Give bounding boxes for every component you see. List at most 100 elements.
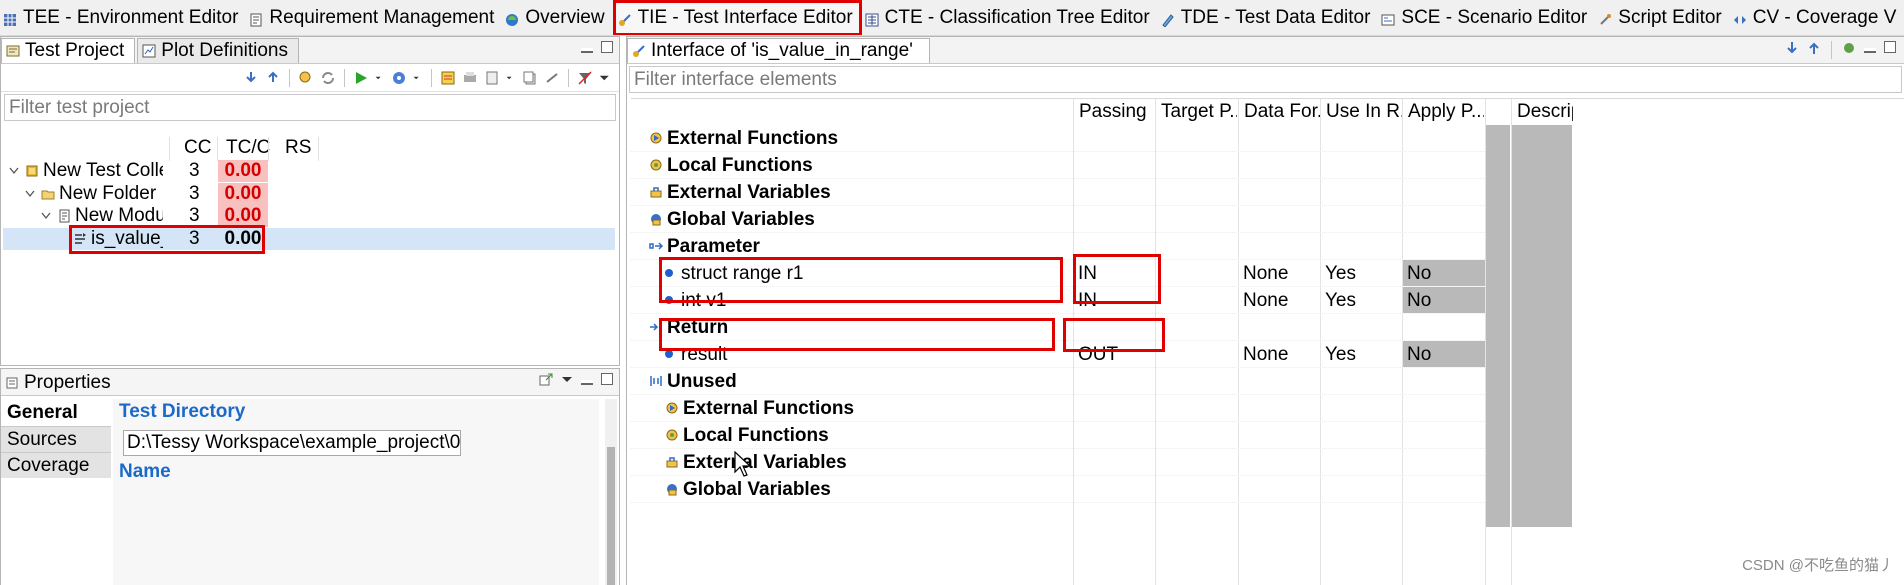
tree-row-tcc: 0.00	[218, 160, 268, 182]
interface-row-data-format[interactable]: None	[1243, 341, 1288, 368]
column-header-target-passing[interactable]: Target P...	[1157, 99, 1237, 125]
tab-plot-definitions-label: Plot Definitions	[161, 40, 288, 61]
perspective-tab-3[interactable]: TIE - Test Interface Editor	[612, 0, 862, 35]
interface-row[interactable]: External Functions	[631, 125, 1485, 152]
interface-row-apply[interactable]: No	[1403, 260, 1485, 286]
interface-row-label: Global Variables	[683, 479, 831, 500]
interface-row[interactable]: Global Variables	[631, 206, 1485, 233]
toolbar-separator	[568, 68, 569, 87]
interface-row[interactable]: External Variables	[631, 449, 1485, 476]
perspective-tab-6[interactable]: SCE - Scenario Editor	[1378, 1, 1595, 35]
run-icon[interactable]	[353, 70, 369, 86]
test-directory-field[interactable]: D:\Tessy Workspace\example_project\01_ex…	[123, 430, 461, 456]
filter-icon[interactable]	[577, 70, 593, 86]
test-project-filter-input[interactable]: Filter test project	[4, 94, 616, 121]
column-header-description[interactable]: Descrip	[1513, 99, 1573, 125]
interface-row[interactable]: Local Functions	[631, 422, 1485, 449]
interface-filter-input[interactable]: Filter interface elements	[629, 66, 1902, 93]
tab-properties[interactable]: Properties	[1, 370, 121, 395]
perspective-tab-7[interactable]: Script Editor	[1595, 1, 1729, 35]
connect-icon[interactable]	[1842, 41, 1856, 55]
perspective-tab-1[interactable]: Requirement Management	[246, 1, 502, 35]
tree-row[interactable]: New Module 3 0.00	[3, 205, 615, 227]
import-icon[interactable]	[243, 70, 259, 86]
interface-row-use-in-result[interactable]: Yes	[1325, 341, 1356, 368]
tab-plot-definitions[interactable]: Plot Definitions	[137, 38, 299, 63]
tree-row[interactable]: New Folder 3 0.00	[3, 182, 615, 205]
pin-icon[interactable]	[539, 373, 553, 387]
interface-row[interactable]: Global Variables	[631, 476, 1485, 503]
maximize-button[interactable]	[601, 373, 613, 385]
refresh-icon[interactable]	[320, 70, 336, 86]
interface-window-buttons	[1785, 41, 1896, 59]
folder-icon	[41, 185, 55, 199]
interface-row[interactable]: Unused	[631, 368, 1485, 395]
perspective-label: TEE - Environment Editor	[23, 6, 239, 28]
perspective-label: CV - Coverage V	[1752, 6, 1897, 28]
report-icon[interactable]	[440, 70, 456, 86]
mouse-cursor-icon	[734, 451, 752, 477]
interface-row-data-format[interactable]: None	[1243, 287, 1288, 314]
unused-icon	[649, 369, 663, 386]
tree-row[interactable]: New Test Collectic 3 0.00	[3, 160, 615, 182]
properties-tab-general[interactable]: General	[1, 399, 111, 426]
maximize-button[interactable]	[601, 41, 613, 53]
perspective-tab-2[interactable]: Overview	[502, 1, 612, 35]
highlight-parameter-names	[659, 257, 1063, 303]
coverage-run-icon[interactable]	[391, 70, 407, 86]
chevron-down-icon[interactable]	[506, 70, 516, 86]
minimize-button[interactable]	[581, 48, 593, 53]
copy-icon[interactable]	[522, 70, 538, 86]
maximize-button[interactable]	[1884, 41, 1896, 53]
interface-row-apply[interactable]: No	[1403, 341, 1485, 367]
perspective-tab-4[interactable]: CTE - Classification Tree Editor	[862, 1, 1158, 35]
column-header-passing[interactable]: Passing	[1075, 99, 1155, 125]
view-menu-icon[interactable]	[599, 70, 611, 86]
global-variables-icon	[649, 207, 663, 226]
interface-row[interactable]: Parameter	[631, 233, 1485, 260]
chevron-down-icon[interactable]	[375, 70, 385, 86]
link-icon[interactable]	[544, 70, 560, 86]
chevron-down-icon[interactable]	[41, 212, 51, 220]
column-header-apply[interactable]: Apply P...	[1404, 99, 1484, 125]
tab-test-project[interactable]: Test Project	[1, 38, 136, 63]
sort-up-icon[interactable]	[1807, 41, 1821, 55]
sort-down-icon[interactable]	[1785, 41, 1799, 55]
chevron-down-icon[interactable]	[413, 70, 423, 86]
interface-row-use-in-result[interactable]: Yes	[1325, 260, 1356, 287]
properties-tab-sources[interactable]: Sources	[1, 426, 111, 452]
perspective-tab-5[interactable]: TDE - Test Data Editor	[1158, 1, 1379, 35]
properties-tab-coverage[interactable]: Coverage	[1, 452, 111, 478]
properties-scrollbar-thumb[interactable]	[607, 447, 615, 585]
column-header-data-format[interactable]: Data For...	[1240, 99, 1320, 125]
interface-row[interactable]: Local Functions	[631, 152, 1485, 179]
minimize-button[interactable]	[1864, 48, 1876, 53]
print-icon[interactable]	[462, 70, 478, 86]
tree-row-cc: 3	[189, 160, 200, 181]
interface-row[interactable]: External Variables	[631, 179, 1485, 206]
interface-tabstrip: Interface of 'is_value_in_range'	[627, 37, 1904, 64]
tree-row-tcc: 0.00	[218, 182, 268, 205]
chevron-down-icon[interactable]	[9, 167, 19, 175]
tree-column-divider	[169, 137, 170, 161]
tab-interface[interactable]: Interface of 'is_value_in_range'	[627, 38, 930, 63]
chevron-down-icon[interactable]	[25, 190, 35, 198]
analyze-icon[interactable]	[298, 70, 314, 86]
column-header-empty[interactable]	[1487, 99, 1511, 125]
interface-row-apply[interactable]: No	[1403, 287, 1485, 313]
view-menu-icon[interactable]	[561, 373, 573, 385]
document-icon[interactable]	[484, 70, 500, 86]
perspective-tab-0[interactable]: TEE - Environment Editor	[0, 1, 246, 35]
minimize-button[interactable]	[581, 380, 593, 385]
export-icon[interactable]	[265, 70, 281, 86]
properties-scrollbar[interactable]	[605, 399, 617, 585]
global-variables-icon	[665, 477, 679, 496]
interface-row-use-in-result[interactable]: Yes	[1325, 287, 1356, 314]
perspective-tab-8[interactable]: CV - Coverage V	[1730, 1, 1904, 35]
interface-row-label: Local Functions	[667, 155, 813, 176]
properties-content: Test Directory D:\Tessy Workspace\exampl…	[113, 399, 599, 585]
column-header-use-in-result[interactable]: Use In R...	[1322, 99, 1402, 125]
interface-row-data-format[interactable]: None	[1243, 260, 1288, 287]
perspective-label: TDE - Test Data Editor	[1180, 6, 1371, 28]
interface-row[interactable]: External Functions	[631, 395, 1485, 422]
